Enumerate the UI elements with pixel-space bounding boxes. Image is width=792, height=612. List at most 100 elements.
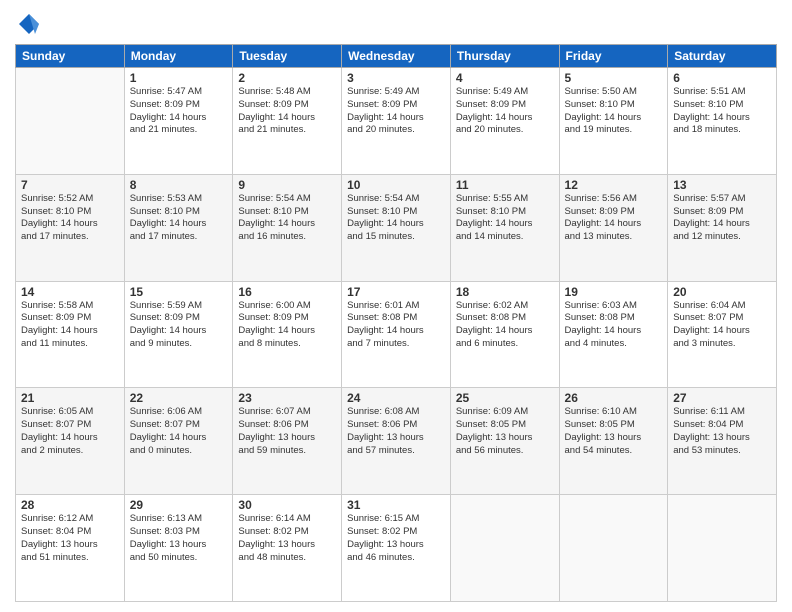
calendar-day-header: Wednesday [342, 45, 451, 68]
day-number: 16 [238, 285, 336, 299]
day-info: Sunrise: 5:49 AM Sunset: 8:09 PM Dayligh… [456, 86, 554, 137]
calendar-day-cell: 3Sunrise: 5:49 AM Sunset: 8:09 PM Daylig… [342, 68, 451, 175]
calendar-day-cell: 4Sunrise: 5:49 AM Sunset: 8:09 PM Daylig… [450, 68, 559, 175]
calendar-day-cell: 26Sunrise: 6:10 AM Sunset: 8:05 PM Dayli… [559, 388, 668, 495]
calendar-day-cell: 1Sunrise: 5:47 AM Sunset: 8:09 PM Daylig… [124, 68, 233, 175]
day-info: Sunrise: 6:14 AM Sunset: 8:02 PM Dayligh… [238, 513, 336, 564]
day-number: 13 [673, 178, 771, 192]
day-info: Sunrise: 5:59 AM Sunset: 8:09 PM Dayligh… [130, 300, 228, 351]
day-info: Sunrise: 6:10 AM Sunset: 8:05 PM Dayligh… [565, 406, 663, 457]
calendar-day-cell: 17Sunrise: 6:01 AM Sunset: 8:08 PM Dayli… [342, 281, 451, 388]
calendar-day-header: Tuesday [233, 45, 342, 68]
calendar-day-header: Sunday [16, 45, 125, 68]
calendar-day-cell: 2Sunrise: 5:48 AM Sunset: 8:09 PM Daylig… [233, 68, 342, 175]
day-number: 29 [130, 498, 228, 512]
day-info: Sunrise: 5:49 AM Sunset: 8:09 PM Dayligh… [347, 86, 445, 137]
day-info: Sunrise: 6:08 AM Sunset: 8:06 PM Dayligh… [347, 406, 445, 457]
day-info: Sunrise: 5:56 AM Sunset: 8:09 PM Dayligh… [565, 193, 663, 244]
day-number: 19 [565, 285, 663, 299]
day-number: 20 [673, 285, 771, 299]
day-info: Sunrise: 6:03 AM Sunset: 8:08 PM Dayligh… [565, 300, 663, 351]
calendar-day-cell: 5Sunrise: 5:50 AM Sunset: 8:10 PM Daylig… [559, 68, 668, 175]
calendar-day-cell: 28Sunrise: 6:12 AM Sunset: 8:04 PM Dayli… [16, 495, 125, 602]
calendar-day-cell: 9Sunrise: 5:54 AM Sunset: 8:10 PM Daylig… [233, 174, 342, 281]
calendar-day-cell: 21Sunrise: 6:05 AM Sunset: 8:07 PM Dayli… [16, 388, 125, 495]
day-number: 3 [347, 71, 445, 85]
day-info: Sunrise: 5:48 AM Sunset: 8:09 PM Dayligh… [238, 86, 336, 137]
day-number: 4 [456, 71, 554, 85]
day-number: 12 [565, 178, 663, 192]
day-info: Sunrise: 5:54 AM Sunset: 8:10 PM Dayligh… [347, 193, 445, 244]
page: SundayMondayTuesdayWednesdayThursdayFrid… [0, 0, 792, 612]
day-number: 22 [130, 391, 228, 405]
calendar-day-cell: 29Sunrise: 6:13 AM Sunset: 8:03 PM Dayli… [124, 495, 233, 602]
day-number: 6 [673, 71, 771, 85]
calendar-day-cell [16, 68, 125, 175]
day-info: Sunrise: 6:04 AM Sunset: 8:07 PM Dayligh… [673, 300, 771, 351]
day-info: Sunrise: 6:11 AM Sunset: 8:04 PM Dayligh… [673, 406, 771, 457]
calendar-day-cell: 20Sunrise: 6:04 AM Sunset: 8:07 PM Dayli… [668, 281, 777, 388]
day-info: Sunrise: 5:47 AM Sunset: 8:09 PM Dayligh… [130, 86, 228, 137]
calendar-week-row: 7Sunrise: 5:52 AM Sunset: 8:10 PM Daylig… [16, 174, 777, 281]
day-number: 17 [347, 285, 445, 299]
day-info: Sunrise: 5:50 AM Sunset: 8:10 PM Dayligh… [565, 86, 663, 137]
day-info: Sunrise: 5:58 AM Sunset: 8:09 PM Dayligh… [21, 300, 119, 351]
day-info: Sunrise: 6:06 AM Sunset: 8:07 PM Dayligh… [130, 406, 228, 457]
day-number: 21 [21, 391, 119, 405]
calendar-day-cell: 25Sunrise: 6:09 AM Sunset: 8:05 PM Dayli… [450, 388, 559, 495]
day-info: Sunrise: 6:02 AM Sunset: 8:08 PM Dayligh… [456, 300, 554, 351]
day-info: Sunrise: 5:57 AM Sunset: 8:09 PM Dayligh… [673, 193, 771, 244]
calendar-day-cell: 24Sunrise: 6:08 AM Sunset: 8:06 PM Dayli… [342, 388, 451, 495]
header [15, 10, 777, 38]
calendar-day-cell: 18Sunrise: 6:02 AM Sunset: 8:08 PM Dayli… [450, 281, 559, 388]
day-number: 30 [238, 498, 336, 512]
day-info: Sunrise: 6:05 AM Sunset: 8:07 PM Dayligh… [21, 406, 119, 457]
calendar-day-cell [668, 495, 777, 602]
calendar-day-cell: 8Sunrise: 5:53 AM Sunset: 8:10 PM Daylig… [124, 174, 233, 281]
day-number: 7 [21, 178, 119, 192]
calendar-week-row: 21Sunrise: 6:05 AM Sunset: 8:07 PM Dayli… [16, 388, 777, 495]
day-number: 8 [130, 178, 228, 192]
day-number: 11 [456, 178, 554, 192]
day-info: Sunrise: 5:54 AM Sunset: 8:10 PM Dayligh… [238, 193, 336, 244]
day-info: Sunrise: 5:53 AM Sunset: 8:10 PM Dayligh… [130, 193, 228, 244]
calendar-day-cell: 14Sunrise: 5:58 AM Sunset: 8:09 PM Dayli… [16, 281, 125, 388]
day-info: Sunrise: 6:13 AM Sunset: 8:03 PM Dayligh… [130, 513, 228, 564]
calendar-day-cell: 7Sunrise: 5:52 AM Sunset: 8:10 PM Daylig… [16, 174, 125, 281]
calendar-day-cell [450, 495, 559, 602]
day-number: 26 [565, 391, 663, 405]
calendar-header-row: SundayMondayTuesdayWednesdayThursdayFrid… [16, 45, 777, 68]
day-info: Sunrise: 6:09 AM Sunset: 8:05 PM Dayligh… [456, 406, 554, 457]
calendar-day-cell: 16Sunrise: 6:00 AM Sunset: 8:09 PM Dayli… [233, 281, 342, 388]
day-number: 24 [347, 391, 445, 405]
day-number: 25 [456, 391, 554, 405]
day-info: Sunrise: 5:51 AM Sunset: 8:10 PM Dayligh… [673, 86, 771, 137]
calendar-day-header: Thursday [450, 45, 559, 68]
calendar-day-cell: 31Sunrise: 6:15 AM Sunset: 8:02 PM Dayli… [342, 495, 451, 602]
calendar-day-cell: 23Sunrise: 6:07 AM Sunset: 8:06 PM Dayli… [233, 388, 342, 495]
calendar-day-header: Saturday [668, 45, 777, 68]
calendar-day-cell: 22Sunrise: 6:06 AM Sunset: 8:07 PM Dayli… [124, 388, 233, 495]
calendar-week-row: 28Sunrise: 6:12 AM Sunset: 8:04 PM Dayli… [16, 495, 777, 602]
calendar-week-row: 14Sunrise: 5:58 AM Sunset: 8:09 PM Dayli… [16, 281, 777, 388]
day-number: 9 [238, 178, 336, 192]
calendar-day-header: Friday [559, 45, 668, 68]
calendar-day-cell: 19Sunrise: 6:03 AM Sunset: 8:08 PM Dayli… [559, 281, 668, 388]
day-info: Sunrise: 5:52 AM Sunset: 8:10 PM Dayligh… [21, 193, 119, 244]
logo-icon [15, 10, 43, 38]
day-number: 1 [130, 71, 228, 85]
day-info: Sunrise: 6:01 AM Sunset: 8:08 PM Dayligh… [347, 300, 445, 351]
calendar-day-cell: 30Sunrise: 6:14 AM Sunset: 8:02 PM Dayli… [233, 495, 342, 602]
day-number: 14 [21, 285, 119, 299]
calendar-day-header: Monday [124, 45, 233, 68]
calendar-day-cell: 6Sunrise: 5:51 AM Sunset: 8:10 PM Daylig… [668, 68, 777, 175]
day-number: 15 [130, 285, 228, 299]
calendar-day-cell: 12Sunrise: 5:56 AM Sunset: 8:09 PM Dayli… [559, 174, 668, 281]
day-number: 2 [238, 71, 336, 85]
day-number: 23 [238, 391, 336, 405]
day-info: Sunrise: 6:07 AM Sunset: 8:06 PM Dayligh… [238, 406, 336, 457]
day-info: Sunrise: 6:00 AM Sunset: 8:09 PM Dayligh… [238, 300, 336, 351]
day-number: 31 [347, 498, 445, 512]
calendar-week-row: 1Sunrise: 5:47 AM Sunset: 8:09 PM Daylig… [16, 68, 777, 175]
day-number: 18 [456, 285, 554, 299]
